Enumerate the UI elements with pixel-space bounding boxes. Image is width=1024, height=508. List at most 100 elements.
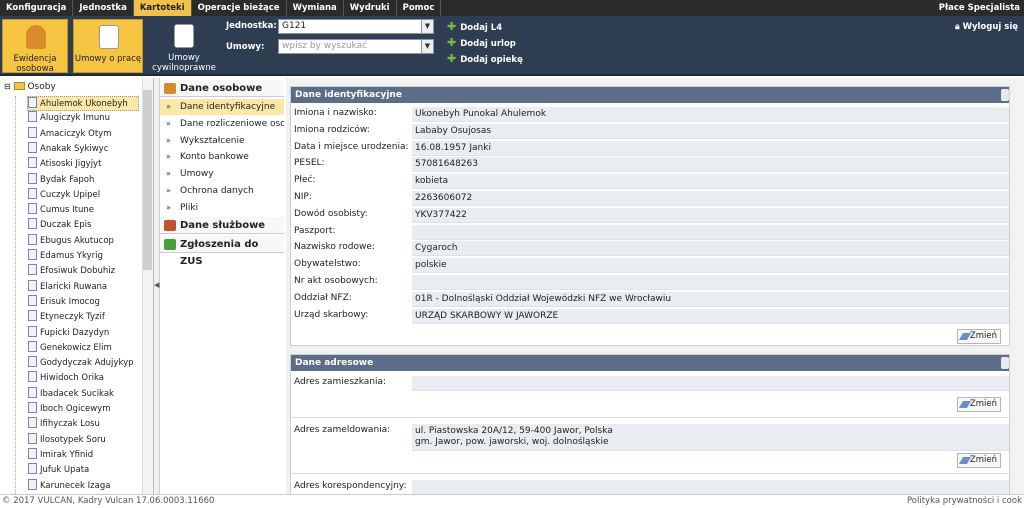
- menu-operacje-biezace[interactable]: Operacje bieżące: [192, 0, 287, 16]
- menu-konfiguracja[interactable]: Konfiguracja: [0, 0, 74, 16]
- nav-item[interactable]: » Dane identyfikacyjne: [160, 99, 284, 115]
- umowy-o-prace-label: Umowy o pracę: [74, 54, 142, 64]
- field-label: Data i miejsce urodzenia:: [294, 141, 409, 152]
- logout-button[interactable]: 🔒︎ Wyloguj się: [955, 22, 1018, 32]
- tree-item[interactable]: Imirak Yfinid: [28, 447, 93, 463]
- dodaj-urlop-button[interactable]: ✚ Dodaj urlop: [447, 36, 516, 49]
- folder-icon: [13, 82, 25, 90]
- nav-item[interactable]: » Ochrona danych: [160, 183, 284, 199]
- chevron-down-icon[interactable]: ▼: [421, 20, 433, 33]
- menu-wydruki[interactable]: Wydruki: [344, 0, 397, 16]
- tree-item[interactable]: Ebugus Akutucop: [28, 233, 114, 249]
- nav-section-zgloszenia-zus[interactable]: Zgłoszenia do ZUS: [160, 236, 284, 267]
- chevron-down-icon[interactable]: ▼: [421, 40, 433, 53]
- menu-wymiana[interactable]: Wymiana: [287, 0, 344, 16]
- document-icon: [28, 111, 37, 123]
- field-value: Lababy Osujosas: [412, 123, 1009, 139]
- dodaj-l4-button[interactable]: ✚ Dodaj L4: [447, 20, 502, 33]
- tree-item[interactable]: Bydak Fapoh: [28, 172, 94, 188]
- jednostka-select[interactable]: G121 ▼: [278, 19, 434, 34]
- tree-item[interactable]: Genekowicz Elim: [28, 340, 112, 356]
- privacy-link[interactable]: Polityka prywatności i cook: [907, 495, 1022, 508]
- document-icon: [28, 294, 37, 306]
- plus-icon: ✚: [447, 52, 457, 65]
- tree-item[interactable]: Edamus Ykyrig: [28, 249, 103, 264]
- double-chevron-right-icon: »: [166, 169, 171, 179]
- umowy-o-prace-button[interactable]: Umowy o pracę: [73, 19, 143, 73]
- field-value: [412, 224, 1009, 240]
- ident-row: PESEL: 57081648263: [291, 156, 1011, 173]
- nav-item[interactable]: » Konto bankowe: [160, 149, 284, 165]
- document-icon: [28, 264, 37, 276]
- tree-scrollbar-thumb[interactable]: [143, 90, 152, 270]
- collapse-left-icon[interactable]: ◀: [154, 281, 159, 289]
- tree-item[interactable]: Jufuk Upata: [28, 463, 89, 478]
- tree-item[interactable]: Karunecek Izaga: [28, 478, 110, 494]
- field-value: Cygaroch: [412, 241, 1009, 257]
- ident-row: Urząd skarbowy: URZĄD SKARBOWY W JAWORZE: [291, 308, 1011, 325]
- edit-zamieszkania-button[interactable]: Zmień: [957, 397, 1001, 412]
- address-row-korespondencyjny: Adres korespondencyjny:: [291, 479, 1011, 494]
- field-value: Ukonebyh Punokal Ahulemok: [412, 107, 1009, 122]
- double-chevron-right-icon: »: [166, 135, 171, 145]
- main-content: Dane identyfikacyjne Imiona i nazwisko: U…: [286, 78, 1024, 494]
- tree-item[interactable]: Cumus Itune: [28, 203, 94, 218]
- nav-item[interactable]: » Umowy: [160, 166, 284, 182]
- tree-item[interactable]: Alugiczyk Imunu: [28, 111, 110, 126]
- document-icon: [28, 249, 37, 260]
- panel-header: Dane identyfikacyjne: [291, 87, 1009, 103]
- main-scrollbar[interactable]: [1015, 78, 1024, 494]
- tree-item[interactable]: Duczak Epis: [28, 218, 91, 233]
- tree-item[interactable]: Efosiwuk Dobuhiz: [28, 264, 115, 279]
- nav-item[interactable]: »Dane rozliczeniowe osoby: [160, 116, 284, 132]
- field-value: [412, 275, 1009, 290]
- umowy-search-input[interactable]: wpisz by wyszukać ▼: [278, 39, 434, 54]
- nav-section-dane-osobowe[interactable]: Dane osobowe: [160, 80, 284, 97]
- menu-jednostka[interactable]: Jednostka: [73, 0, 134, 16]
- person-tree: ⊟ Osoby Ahulemok Ukonebyh Alugiczyk Imunu…: [0, 78, 154, 494]
- nav-item[interactable]: » Pliki: [160, 200, 284, 216]
- tree-item[interactable]: Ifihyczak Losu: [28, 417, 100, 432]
- tree-item[interactable]: Anakak Sykiwyc: [28, 141, 108, 157]
- umowy-placeholder: wpisz by wyszukać: [282, 41, 368, 51]
- field-label: Płeć:: [294, 175, 316, 186]
- menu-kartoteki[interactable]: Kartoteki: [133, 0, 192, 16]
- tree-item[interactable]: Amaciczyk Otym: [28, 126, 111, 142]
- document-icon: [28, 187, 37, 199]
- ewidencja-osobowa-button[interactable]: Ewidencja osobowa: [2, 19, 68, 74]
- nav-item[interactable]: » Wykształcenie: [160, 133, 284, 149]
- collapse-icon[interactable]: [1001, 89, 1009, 101]
- document-icon: [28, 97, 37, 108]
- nav-section-dane-sluzbowe[interactable]: Dane służbowe: [160, 217, 284, 234]
- tree-item[interactable]: Iboch Ogicewym: [28, 402, 110, 417]
- ident-row: Nr akt osobowych:: [291, 274, 1011, 291]
- tree-item[interactable]: Ibadacek Sucikak: [28, 386, 114, 402]
- tree-item[interactable]: Atisoski Jigyjyt: [28, 157, 101, 172]
- tree-item[interactable]: Ilosotypek Soru: [28, 432, 106, 448]
- menu-pomoc[interactable]: Pomoc: [397, 0, 442, 16]
- tree-root[interactable]: ⊟ Osoby: [4, 82, 56, 92]
- document-icon: [28, 126, 37, 138]
- tree-item[interactable]: Elaricki Ruwana: [28, 279, 107, 295]
- edit-ident-button[interactable]: Zmień: [957, 329, 1001, 344]
- document-icon: [28, 233, 37, 245]
- tree-item[interactable]: Fupicki Dazydyn: [28, 325, 109, 341]
- document-icon: [28, 402, 37, 413]
- collapse-icon[interactable]: [1001, 357, 1009, 369]
- tree-item[interactable]: Godydyczak Adujykyp: [28, 356, 134, 371]
- edit-zameldowania-button[interactable]: Zmień: [957, 453, 1001, 468]
- document-icon: [28, 371, 37, 383]
- tree-item[interactable]: Ahulemok Ukonebyh: [27, 96, 139, 111]
- tree-item[interactable]: Cuczyk Upipel: [28, 187, 100, 203]
- umowy-cywilnoprawne-button[interactable]: Umowy cywilnoprawne: [148, 19, 220, 73]
- tree-item[interactable]: Erisuk Imocog: [28, 294, 100, 310]
- dodaj-opieke-button[interactable]: ✚ Dodaj opiekę: [447, 52, 523, 65]
- field-value: 16.08.1957 Janki: [412, 140, 1009, 156]
- person-card-icon: [164, 83, 176, 94]
- ident-row: Data i miejsce urodzenia: 16.08.1957 Jank…: [291, 140, 1011, 157]
- copyright: © 2017 VULCAN, Kadry Vulcan 17.06.0003.1…: [2, 496, 215, 506]
- tree-item[interactable]: Hiwidoch Orika: [28, 371, 104, 386]
- document-icon: [28, 325, 37, 337]
- tree-item[interactable]: Etyneczyk Tyzif: [28, 310, 105, 325]
- field-label: Obywatelstwo:: [294, 259, 361, 270]
